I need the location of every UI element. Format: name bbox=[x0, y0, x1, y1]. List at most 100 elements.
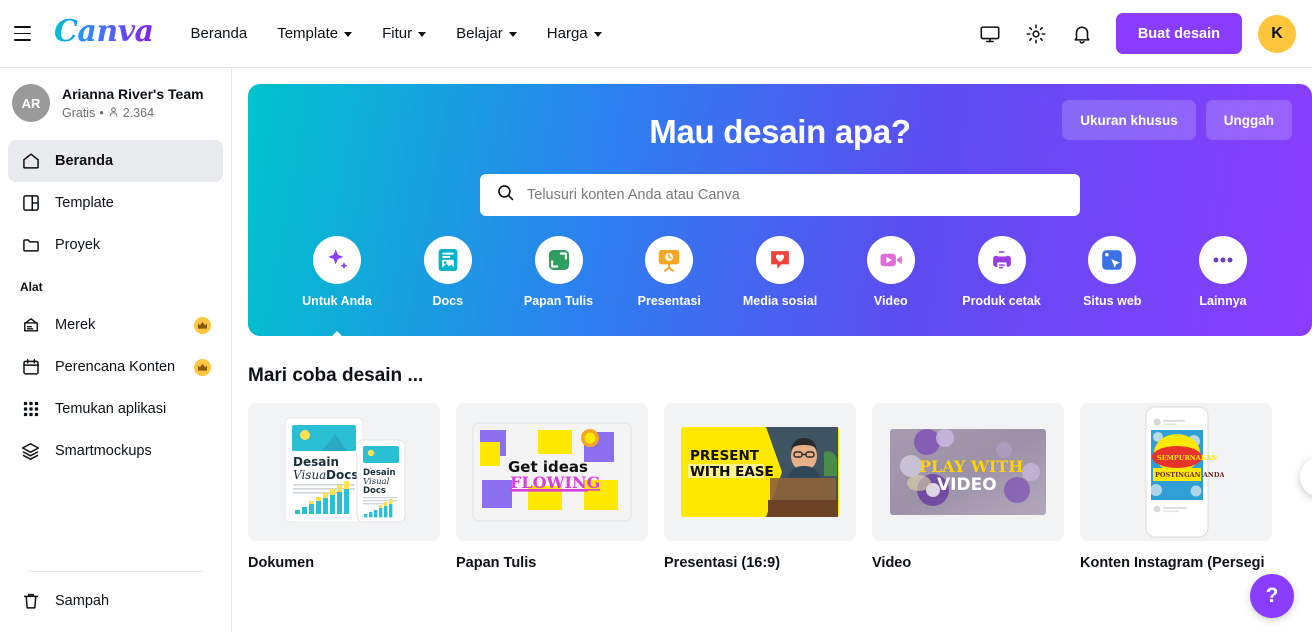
presentation-icon bbox=[645, 236, 694, 284]
category-media-sosial-label: Media sosial bbox=[742, 294, 818, 308]
team-plan: Gratis bbox=[62, 106, 96, 121]
category-papan-tulis[interactable]: Papan Tulis bbox=[514, 236, 604, 308]
sidebar-item-perencana-konten-label: Perencana Konten bbox=[55, 359, 176, 375]
card-dokumen-thumb: Desain Visual Docs Desain Visual Docs bbox=[248, 403, 440, 541]
category-untuk-anda-label: Untuk Anda bbox=[302, 294, 372, 308]
search-input[interactable] bbox=[527, 187, 1064, 203]
sidebar-footer: Sampah bbox=[0, 557, 231, 632]
category-docs-label: Docs bbox=[432, 294, 464, 308]
home-icon bbox=[20, 151, 41, 172]
bell-icon[interactable] bbox=[1062, 14, 1102, 54]
sidebar-item-template-label: Template bbox=[55, 195, 114, 211]
category-produk-cetak[interactable]: Produk cetak bbox=[957, 236, 1047, 308]
canva-logo[interactable]: Canva bbox=[54, 14, 154, 53]
svg-text:Docs: Docs bbox=[363, 486, 386, 496]
category-produk-cetak-label: Produk cetak bbox=[962, 294, 1041, 308]
template-icon bbox=[20, 193, 41, 214]
hero-action-buttons: Ukuran khusus Unggah bbox=[1062, 100, 1292, 140]
svg-text:FLOWING: FLOWING bbox=[510, 473, 600, 492]
svg-text:WITH EASE: WITH EASE bbox=[690, 464, 774, 480]
sidebar-item-temukan-aplikasi-label: Temukan aplikasi bbox=[55, 401, 167, 417]
card-presentasi[interactable]: PRESENT WITH EASE WITH EASE Presentasi (… bbox=[664, 403, 856, 571]
create-design-button[interactable]: Buat desain bbox=[1115, 13, 1242, 54]
hamburger-menu-icon[interactable] bbox=[0, 12, 44, 56]
category-media-sosial[interactable]: Media sosial bbox=[735, 236, 825, 308]
sidebar-item-beranda[interactable]: Beranda bbox=[8, 140, 223, 182]
carousel-next-button[interactable] bbox=[1300, 457, 1312, 497]
chevron-down-icon bbox=[344, 32, 353, 37]
gear-icon[interactable] bbox=[1016, 14, 1056, 54]
design-type-carousel: Desain Visual Docs Desain Visual Docs Do… bbox=[248, 403, 1312, 571]
sidebar-item-proyek[interactable]: Proyek bbox=[8, 224, 223, 266]
category-untuk-anda[interactable]: Untuk Anda bbox=[292, 236, 382, 342]
nav-harga-label: Harga bbox=[546, 25, 588, 42]
card-presentasi-label: Presentasi (16:9) bbox=[664, 555, 781, 571]
card-papan-tulis[interactable]: Get ideas FLOWING Papan Tulis bbox=[456, 403, 648, 571]
category-video[interactable]: Video bbox=[846, 236, 936, 308]
sidebar-item-perencana-konten[interactable]: Perencana Konten bbox=[8, 346, 223, 388]
team-selector[interactable]: AR Arianna River's Team Gratis • 2.364 bbox=[0, 68, 231, 136]
nav-template[interactable]: Template bbox=[264, 16, 365, 51]
sidebar-item-smartmockups[interactable]: Smartmockups bbox=[8, 430, 223, 472]
team-avatar: AR bbox=[12, 84, 50, 122]
sidebar-item-sampah-label: Sampah bbox=[55, 593, 110, 609]
nav-belajar-label: Belajar bbox=[456, 25, 503, 42]
card-dokumen[interactable]: Desain Visual Docs Desain Visual Docs Do… bbox=[248, 403, 440, 571]
nav-fitur[interactable]: Fitur bbox=[369, 16, 439, 51]
custom-size-button[interactable]: Ukuran khusus bbox=[1062, 100, 1196, 140]
category-lainnya-label: Lainnya bbox=[1199, 294, 1247, 308]
nav-beranda[interactable]: Beranda bbox=[178, 16, 261, 51]
sidebar-item-sampah[interactable]: Sampah bbox=[8, 580, 223, 622]
page-body: AR Arianna River's Team Gratis • 2.364 B… bbox=[0, 68, 1312, 632]
sidebar-main-nav: Beranda Template Proyek bbox=[0, 136, 231, 266]
video-camera-icon bbox=[866, 236, 915, 284]
help-button[interactable]: ? bbox=[1250, 574, 1294, 618]
nav-harga[interactable]: Harga bbox=[534, 16, 615, 51]
category-lainnya[interactable]: Lainnya bbox=[1178, 236, 1268, 308]
category-papan-tulis-label: Papan Tulis bbox=[523, 294, 594, 308]
user-avatar[interactable]: K bbox=[1258, 14, 1296, 53]
team-meta: Gratis • 2.364 bbox=[62, 106, 204, 121]
team-member-count: 2.364 bbox=[122, 106, 155, 121]
svg-text:POSTINGAN ANDA: POSTINGAN ANDA bbox=[1155, 471, 1224, 479]
monitor-icon[interactable] bbox=[970, 14, 1010, 54]
chevron-down-icon bbox=[593, 32, 602, 37]
card-video-thumb: PLAY WITH VIDEO bbox=[872, 403, 1064, 541]
card-papan-tulis-thumb: Get ideas FLOWING bbox=[456, 403, 648, 541]
sidebar-item-temukan-aplikasi[interactable]: Temukan aplikasi bbox=[8, 388, 223, 430]
card-konten-instagram[interactable]: SEMPURNAKAN POSTINGAN ANDA Konten Instag… bbox=[1080, 403, 1272, 571]
category-situs-web-label: Situs web bbox=[1083, 294, 1142, 308]
category-situs-web[interactable]: Situs web bbox=[1067, 236, 1157, 308]
upload-button[interactable]: Unggah bbox=[1205, 100, 1292, 140]
sidebar-item-merek[interactable]: Merek bbox=[8, 304, 223, 346]
category-presentasi[interactable]: Presentasi bbox=[624, 236, 714, 308]
brand-icon bbox=[20, 315, 41, 336]
sidebar: AR Arianna River's Team Gratis • 2.364 B… bbox=[0, 68, 232, 632]
search-box[interactable] bbox=[480, 174, 1080, 216]
category-presentasi-label: Presentasi bbox=[637, 294, 701, 308]
sidebar-tools-nav: Merek Perencana Konten Temukan aplikasi … bbox=[0, 300, 231, 472]
top-navigation: Beranda Template Fitur Belajar Harga bbox=[178, 16, 615, 51]
svg-text:VIDEO: VIDEO bbox=[937, 475, 997, 495]
team-name: Arianna River's Team bbox=[62, 86, 204, 103]
nav-fitur-label: Fitur bbox=[382, 25, 413, 42]
section-title: Mari coba desain ... bbox=[248, 365, 424, 386]
nav-template-label: Template bbox=[277, 25, 339, 42]
sidebar-divider bbox=[28, 571, 203, 572]
apps-grid-icon bbox=[20, 399, 41, 420]
sidebar-item-beranda-label: Beranda bbox=[55, 153, 114, 169]
crown-pro-badge-icon bbox=[194, 358, 211, 376]
nav-belajar[interactable]: Belajar bbox=[443, 16, 530, 51]
canva-home-page: Canva Beranda Template Fitur Belajar Har… bbox=[0, 0, 1312, 632]
card-video[interactable]: PLAY WITH VIDEO Video bbox=[872, 403, 1064, 571]
sparkles-icon bbox=[313, 236, 361, 284]
docs-icon bbox=[423, 236, 472, 284]
top-header: Canva Beranda Template Fitur Belajar Har… bbox=[0, 0, 1312, 68]
main-content: Ukuran khusus Unggah Mau desain apa? Tel… bbox=[232, 68, 1312, 632]
category-docs[interactable]: Docs bbox=[403, 236, 493, 308]
card-presentasi-thumb: PRESENT WITH EASE WITH EASE bbox=[664, 403, 856, 541]
card-dokumen-label: Dokumen bbox=[248, 555, 315, 571]
sidebar-item-template[interactable]: Template bbox=[8, 182, 223, 224]
trash-icon bbox=[20, 591, 41, 612]
hero-banner: Ukuran khusus Unggah Mau desain apa? Tel… bbox=[248, 84, 1312, 342]
